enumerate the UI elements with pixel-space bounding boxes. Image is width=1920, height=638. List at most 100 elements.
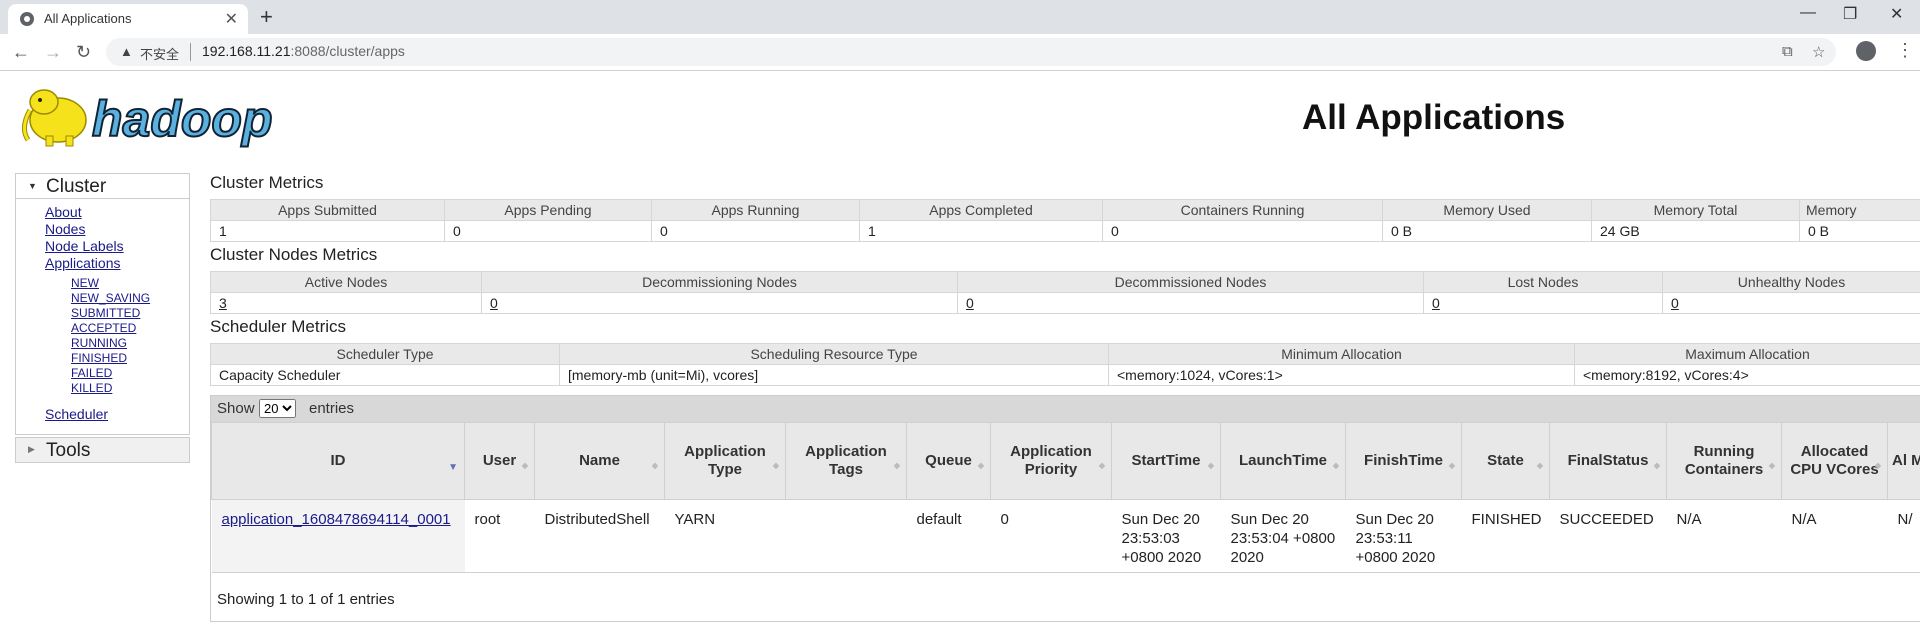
running-containers-cell: N/A <box>1666 499 1782 573</box>
allocated-memory-cell: N/ <box>1887 499 1920 573</box>
cluster-metrics-header-row: Apps Submitted Apps Pending Apps Running… <box>210 199 1920 221</box>
sidebar-link-nodes[interactable]: Nodes <box>45 221 85 237</box>
name-cell: DistributedShell <box>534 499 665 573</box>
sidebar-link-scheduler[interactable]: Scheduler <box>45 406 108 422</box>
col-header-state[interactable]: State ◆ <box>1461 422 1550 500</box>
nodes-metrics-header-row: Active Nodes Decommissioning Nodes Decom… <box>210 271 1920 293</box>
minimize-icon[interactable]: — <box>1800 4 1816 22</box>
metric-value: 24 GB <box>1591 220 1800 242</box>
col-header-running-containers[interactable]: Running Containers ◆ <box>1666 422 1782 500</box>
sort-icon[interactable]: ◆ <box>894 457 900 475</box>
sort-icon[interactable]: ◆ <box>522 457 528 475</box>
sort-icon[interactable]: ◆ <box>1537 457 1543 475</box>
decommissioned-nodes-cell: 0 <box>957 292 1424 314</box>
address-bar-row: ← → ↻ ▲ 不安全 192.168.11.21:8088/cluster/a… <box>0 34 1920 71</box>
sidebar-state-new-saving[interactable]: NEW_SAVING <box>71 291 150 305</box>
sidebar-state-killed[interactable]: KILLED <box>71 381 112 395</box>
metric-header: Memory Used <box>1382 199 1592 221</box>
col-header-name[interactable]: Name ◆ <box>534 422 665 500</box>
sidebar-state-finished[interactable]: FINISHED <box>71 351 127 365</box>
col-header-starttime[interactable]: StartTime ◆ <box>1111 422 1221 500</box>
forward-icon[interactable]: → <box>44 42 62 63</box>
page-size-select[interactable]: 20 <box>259 399 296 418</box>
state-cell: FINISHED <box>1461 499 1550 573</box>
address-bar[interactable]: ▲ 不安全 192.168.11.21:8088/cluster/apps ⧉ … <box>106 38 1836 66</box>
sort-icon[interactable]: ◆ <box>1654 457 1660 475</box>
entries-label: entries <box>309 400 355 417</box>
hadoop-logo[interactable]: hadoop <box>16 80 316 152</box>
sidebar-link-about[interactable]: About <box>45 204 82 220</box>
window-close-icon[interactable]: ✕ <box>1890 4 1903 24</box>
app-tags-cell <box>785 499 907 573</box>
sort-icon[interactable]: ◆ <box>1449 457 1455 475</box>
col-header-allocated-cpu-vcores[interactable]: Allocated CPU VCores ◆ <box>1781 422 1888 500</box>
sidebar-link-applications[interactable]: Applications <box>45 255 121 271</box>
decommissioned-nodes-link[interactable]: 0 <box>966 295 974 311</box>
decommissioning-nodes-link[interactable]: 0 <box>490 295 498 311</box>
lost-nodes-link[interactable]: 0 <box>1432 295 1440 311</box>
col-header-application-tags[interactable]: Application Tags ◆ <box>785 422 907 500</box>
profile-avatar-icon[interactable] <box>1856 41 1876 61</box>
warning-icon[interactable]: ▲ <box>120 44 133 59</box>
metric-header: Scheduling Resource Type <box>559 343 1109 365</box>
reload-icon[interactable]: ↻ <box>76 42 91 63</box>
browser-tab-bar: All Applications ✕ + — ❐ ✕ <box>0 0 1920 34</box>
sidebar-state-failed[interactable]: FAILED <box>71 366 112 380</box>
sort-icon[interactable]: ◆ <box>978 457 984 475</box>
sort-icon[interactable]: ◆ <box>1333 457 1339 475</box>
col-header-finalstatus[interactable]: FinalStatus ◆ <box>1549 422 1667 500</box>
lost-nodes-cell: 0 <box>1423 292 1663 314</box>
sort-icon[interactable]: ◆ <box>1875 457 1881 475</box>
metric-header: Decommissioning Nodes <box>481 271 958 293</box>
app-id-link[interactable]: application_1608478694114_0001 <box>222 511 451 528</box>
decommissioning-nodes-cell: 0 <box>481 292 958 314</box>
metric-value: 0 B <box>1799 220 1920 242</box>
col-header-launchtime[interactable]: LaunchTime ◆ <box>1220 422 1346 500</box>
sidebar-link-node-labels[interactable]: Node Labels <box>45 238 124 254</box>
active-nodes-link[interactable]: 3 <box>219 295 227 311</box>
metric-value: <memory:8192, vCores:4> <box>1574 364 1920 386</box>
sidebar-state-new[interactable]: NEW <box>71 276 99 290</box>
sidebar-state-submitted[interactable]: SUBMITTED <box>71 306 140 320</box>
tools-panel-header[interactable]: ▶ Tools <box>15 437 190 463</box>
col-header-label: FinishTime <box>1364 452 1443 469</box>
sort-icon[interactable]: ◆ <box>1769 457 1775 475</box>
sort-icon[interactable]: ◆ <box>1208 457 1214 475</box>
restore-icon[interactable]: ❐ <box>1843 4 1857 24</box>
col-header-application-priority[interactable]: Application Priority ◆ <box>990 422 1112 500</box>
metric-header: Minimum Allocation <box>1108 343 1575 365</box>
col-header-label: Running Containers <box>1684 443 1764 478</box>
sidebar-state-accepted[interactable]: ACCEPTED <box>71 321 136 335</box>
divider <box>190 43 191 61</box>
col-header-queue[interactable]: Queue ◆ <box>906 422 991 500</box>
security-label[interactable]: 不安全 <box>140 44 179 63</box>
close-tab-icon[interactable]: ✕ <box>225 9 238 29</box>
col-header-finishtime[interactable]: FinishTime ◆ <box>1345 422 1462 500</box>
tab-title: All Applications <box>44 11 132 26</box>
sort-icon[interactable]: ◆ <box>652 457 658 475</box>
new-tab-button[interactable]: + <box>260 4 273 30</box>
sort-icon[interactable]: ◆ <box>773 457 779 475</box>
browser-tab[interactable]: All Applications ✕ <box>8 4 248 34</box>
nodes-metrics-value-row: 3 0 0 0 0 <box>210 292 1920 314</box>
url-text[interactable]: 192.168.11.21:8088/cluster/apps <box>202 43 405 59</box>
col-header-allocated-memory[interactable]: Al M <box>1887 422 1920 500</box>
url-host: 192.168.11.21 <box>202 43 291 59</box>
sort-desc-icon[interactable]: ▼ <box>448 459 458 477</box>
menu-dots-icon[interactable]: ⋮ <box>1896 40 1914 61</box>
show-label: Show <box>217 400 255 417</box>
applications-panel: Show 20 entries ID ▼ User ◆ Name ◆ Applicat… <box>210 395 1920 622</box>
translate-icon[interactable]: ⧉ <box>1782 43 1793 60</box>
sidebar-state-running[interactable]: RUNNING <box>71 336 127 350</box>
sort-icon[interactable]: ◆ <box>1099 457 1105 475</box>
col-header-application-type[interactable]: Application Type ◆ <box>664 422 786 500</box>
cluster-panel-header[interactable]: ▼ Cluster <box>16 174 189 199</box>
bookmark-star-icon[interactable]: ☆ <box>1812 43 1825 61</box>
allocated-vcores-cell: N/A <box>1781 499 1888 573</box>
col-header-user[interactable]: User ◆ <box>464 422 535 500</box>
col-header-id[interactable]: ID ▼ <box>211 422 465 500</box>
back-icon[interactable]: ← <box>12 42 30 63</box>
col-header-label: Queue <box>925 452 972 469</box>
unhealthy-nodes-link[interactable]: 0 <box>1671 295 1679 311</box>
metric-header: Active Nodes <box>210 271 482 293</box>
